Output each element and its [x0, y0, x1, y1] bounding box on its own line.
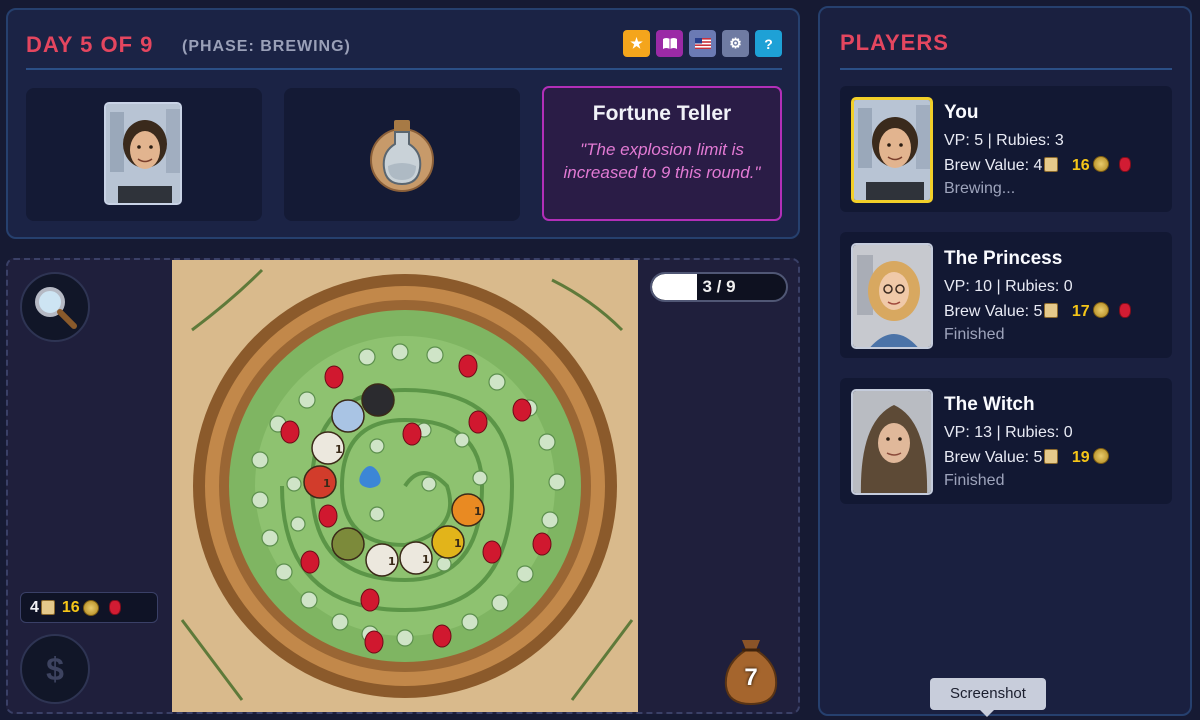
- coin-icon: [1092, 302, 1109, 318]
- svg-text:1: 1: [422, 553, 430, 566]
- svg-text:1: 1: [323, 477, 331, 490]
- coins-value: 16: [61, 598, 80, 616]
- round-header-panel: DAY 5 OF 9 (PHASE: BREWING) ★ ⚙ ? Fortun…: [6, 8, 800, 239]
- brew-value-label: Brew Value: 5: [944, 449, 1043, 466]
- svg-text:1: 1: [454, 537, 462, 550]
- ruby-icon: [1118, 157, 1131, 172]
- potion-flask-icon[interactable]: [370, 114, 434, 194]
- player-card-princess[interactable]: The Princess VP: 10 | Rubies: 0 Brew Val…: [840, 232, 1172, 358]
- player-portrait-card[interactable]: [104, 102, 182, 205]
- players-heading: PLAYERS: [840, 30, 1172, 70]
- explosion-progress-bar: 3 / 9: [650, 272, 788, 302]
- svg-text:1: 1: [474, 505, 482, 518]
- help-icon[interactable]: ?: [755, 30, 782, 57]
- player-stats: VP: 5 | Rubies: 3: [944, 132, 1064, 149]
- player-name: The Witch: [944, 394, 1035, 415]
- cauldron-board-panel: 4 16 $ 1 1 1 1 1 1 3 / 9 7: [6, 258, 800, 714]
- progress-label: 3 / 9: [702, 277, 736, 296]
- player-status: Finished: [944, 472, 1005, 489]
- bag-chip-count: 7: [744, 664, 758, 691]
- coins-value: 17: [1071, 303, 1090, 320]
- character-card-slot: [26, 88, 262, 221]
- player-brew-value: Brew Value: 5 19: [944, 448, 1119, 467]
- coins-value: 19: [1071, 449, 1090, 466]
- avatar: [851, 243, 933, 349]
- avatar: [851, 389, 933, 495]
- fortune-card-text: "The explosion limit is increased to 9 t…: [563, 140, 761, 182]
- dollar-icon: $: [46, 650, 64, 687]
- ingredient-card-slot: [284, 88, 520, 221]
- fortune-card-title: Fortune Teller: [592, 102, 732, 125]
- player-brew-value: Brew Value: 4 16: [944, 156, 1131, 175]
- gear-icon[interactable]: ⚙: [722, 30, 749, 57]
- coin-icon: [1092, 448, 1109, 464]
- player-name: You: [944, 102, 979, 123]
- player-card-witch[interactable]: The Witch VP: 13 | Rubies: 0 Brew Value:…: [840, 378, 1172, 504]
- scroll-icon: [1044, 303, 1059, 318]
- avatar: [851, 97, 933, 203]
- shop-button[interactable]: $: [20, 634, 90, 704]
- player-stats: VP: 10 | Rubies: 0: [944, 278, 1073, 295]
- victory-points-value: 4: [30, 598, 39, 616]
- zoom-button[interactable]: [20, 272, 90, 342]
- magnifier-icon: [35, 287, 77, 329]
- day-counter: DAY 5 OF 9: [26, 32, 154, 57]
- player-name: The Princess: [944, 248, 1063, 269]
- players-panel: PLAYERS You VP: 5 | Rubies: 3 Brew Value…: [818, 6, 1192, 716]
- language-flag-icon[interactable]: [689, 30, 716, 57]
- coin-icon: [1092, 156, 1109, 172]
- player-status: Finished: [944, 326, 1005, 343]
- cauldron-illustration: 1 1 1 1 1 1: [172, 260, 638, 712]
- rulebook-icon[interactable]: [656, 30, 683, 57]
- cauldron-board[interactable]: 1 1 1 1 1 1: [172, 260, 638, 712]
- star-icon[interactable]: ★: [623, 30, 650, 57]
- player-resource-summary: 4 16: [20, 592, 158, 623]
- fortune-teller-card: Fortune Teller "The explosion limit is i…: [542, 86, 782, 221]
- ruby-icon: [1118, 303, 1131, 318]
- ingredient-bag-button[interactable]: 7: [720, 634, 782, 706]
- brew-value-label: Brew Value: 4: [944, 157, 1043, 174]
- coin-icon: [82, 599, 99, 616]
- round-header-row: DAY 5 OF 9 (PHASE: BREWING) ★ ⚙ ?: [26, 30, 782, 70]
- ruby-icon: [108, 600, 121, 615]
- phase-label: (PHASE: BREWING): [182, 38, 351, 55]
- svg-text:1: 1: [388, 555, 396, 568]
- svg-text:1: 1: [335, 443, 343, 456]
- header-toolbar: ★ ⚙ ?: [623, 30, 782, 57]
- player-status: Brewing...: [944, 180, 1016, 197]
- scroll-icon: [1044, 157, 1059, 172]
- scroll-icon: [1044, 449, 1059, 464]
- screenshot-tooltip: Screenshot: [930, 678, 1046, 717]
- coins-value: 16: [1071, 157, 1090, 174]
- player-stats: VP: 13 | Rubies: 0: [944, 424, 1073, 441]
- player-brew-value: Brew Value: 5 17: [944, 302, 1131, 321]
- scroll-icon: [40, 600, 55, 615]
- brew-value-label: Brew Value: 5: [944, 303, 1043, 320]
- player-card-you[interactable]: You VP: 5 | Rubies: 3 Brew Value: 4 16 B…: [840, 86, 1172, 212]
